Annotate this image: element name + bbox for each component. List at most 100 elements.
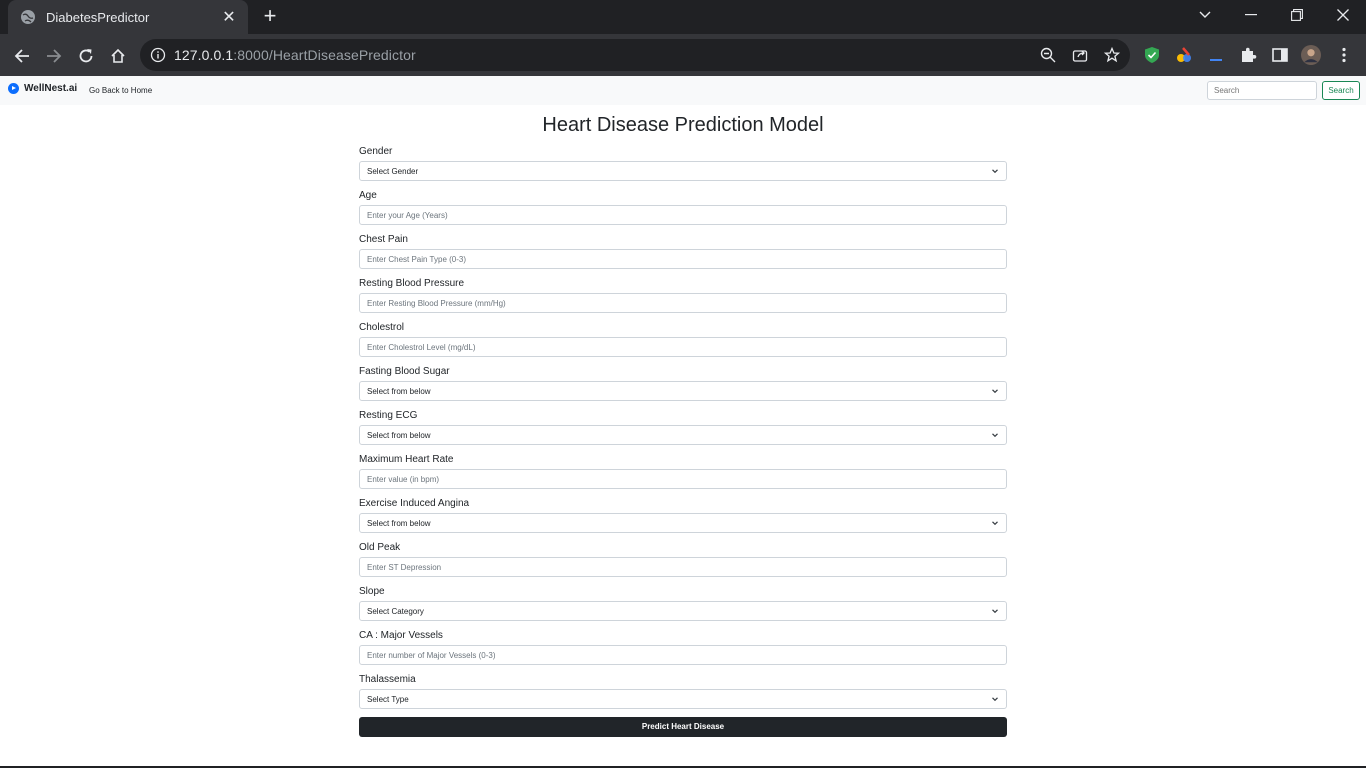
reload-icon: [79, 49, 93, 63]
chest-pain-placeholder: Enter Chest Pain Type (0-3): [367, 254, 467, 264]
age-label: Age: [359, 190, 377, 201]
slope-select[interactable]: Select Category: [359, 601, 1007, 621]
predict-button[interactable]: Predict Heart Disease: [359, 717, 1007, 737]
resting-ecg-label: Resting ECG: [359, 410, 418, 421]
maximum-heart-rate-placeholder: Enter value (in bpm): [367, 474, 440, 484]
arrow-right-icon: [47, 49, 62, 63]
exercise-induced-angina-select-value: Select from below: [367, 518, 431, 528]
cholestrol-placeholder: Enter Cholestrol Level (mg/dL): [367, 342, 476, 352]
info-icon[interactable]: [150, 47, 166, 63]
globe-icon: [21, 10, 35, 24]
chevron-down-icon: [992, 169, 998, 174]
restore-button[interactable]: [1274, 0, 1320, 30]
resting-ecg-select[interactable]: Select from below: [359, 425, 1007, 445]
home-button[interactable]: [104, 42, 132, 70]
address-bar[interactable]: 127.0.0.1:8000/HeartDiseasePredictor: [140, 39, 1130, 71]
profile-avatar[interactable]: [1301, 45, 1321, 65]
chevron-down-icon: [992, 521, 998, 526]
close-window-button[interactable]: [1320, 0, 1366, 30]
chest-pain-label: Chest Pain: [359, 234, 408, 245]
thalassemia-select[interactable]: Select Type: [359, 689, 1007, 709]
form-field-thalassemia: Thalassemia Select Type: [359, 672, 1007, 716]
resting-blood-pressure-input[interactable]: Enter Resting Blood Pressure (mm/Hg): [359, 293, 1007, 313]
form-field-chest-pain: Chest Pain Enter Chest Pain Type (0-3): [359, 232, 1007, 276]
url-text[interactable]: 127.0.0.1:8000/HeartDiseasePredictor: [174, 47, 416, 63]
form-field-gender: Gender Select Gender: [359, 144, 1007, 188]
browser-tab[interactable]: DiabetesPredictor ✕: [8, 0, 248, 34]
browser-toolbar: 127.0.0.1:8000/HeartDiseasePredictor: [0, 34, 1366, 76]
form-field-age: Age Enter your Age (Years): [359, 188, 1007, 232]
thalassemia-label: Thalassemia: [359, 674, 416, 685]
zoom-out-icon[interactable]: [1040, 47, 1056, 63]
thalassemia-select-value: Select Type: [367, 694, 409, 704]
form-field-fasting-blood-sugar: Fasting Blood Sugar Select from below: [359, 364, 1007, 408]
brand-link[interactable]: WellNest.ai: [8, 83, 77, 94]
slope-label: Slope: [359, 586, 385, 597]
shield-extension-icon[interactable]: [1142, 45, 1162, 65]
tab-close-icon[interactable]: ✕: [220, 7, 238, 27]
new-tab-button[interactable]: +: [258, 5, 282, 29]
maximum-heart-rate-input[interactable]: Enter value (in bpm): [359, 469, 1007, 489]
gender-select-value: Select Gender: [367, 166, 419, 176]
ca-major-vessels-label: CA : Major Vessels: [359, 630, 443, 641]
slope-select-value: Select Category: [367, 606, 424, 616]
prediction-form: Gender Select Gender Age Enter your Age (Ye…: [359, 144, 1007, 716]
browser-tab-strip: DiabetesPredictor ✕ +: [0, 0, 1366, 34]
arrow-left-icon: [14, 49, 29, 63]
age-placeholder: Enter your Age (Years): [367, 210, 448, 220]
play-logo-icon: [8, 83, 19, 94]
share-icon[interactable]: [1072, 47, 1088, 63]
menu-kebab-icon[interactable]: [1334, 45, 1354, 65]
extension-icon[interactable]: [1206, 45, 1226, 65]
resting-blood-pressure-placeholder: Enter Resting Blood Pressure (mm/Hg): [367, 298, 506, 308]
gender-label: Gender: [359, 146, 393, 157]
fasting-blood-sugar-select-value: Select from below: [367, 386, 431, 396]
site-navbar: WellNest.ai Go Back to Home Search: [0, 76, 1366, 105]
page-title: Heart Disease Prediction Model: [542, 114, 824, 136]
bookmark-star-icon[interactable]: [1104, 47, 1120, 63]
chevron-down-icon: [992, 609, 998, 614]
form-field-resting-blood-pressure: Resting Blood Pressure Enter Resting Bloo…: [359, 276, 1007, 320]
form-field-ca-major-vessels: CA : Major Vessels Enter number of Major …: [359, 628, 1007, 672]
resting-ecg-select-value: Select from below: [367, 430, 431, 440]
form-field-exercise-induced-angina: Exercise Induced Angina Select from below: [359, 496, 1007, 540]
exercise-induced-angina-select[interactable]: Select from below: [359, 513, 1007, 533]
chevron-down-icon: [992, 433, 998, 438]
back-button[interactable]: [8, 42, 36, 70]
extensions-puzzle-icon[interactable]: [1238, 45, 1258, 65]
old-peak-input[interactable]: Enter ST Depression: [359, 557, 1007, 577]
maximum-heart-rate-label: Maximum Heart Rate: [359, 454, 454, 465]
exercise-induced-angina-label: Exercise Induced Angina: [359, 498, 470, 509]
gender-select[interactable]: Select Gender: [359, 161, 1007, 181]
side-panel-icon[interactable]: [1270, 45, 1290, 65]
form-field-cholestrol: Cholestrol Enter Cholestrol Level (mg/dL): [359, 320, 1007, 364]
reload-button[interactable]: [72, 42, 100, 70]
resting-blood-pressure-label: Resting Blood Pressure: [359, 278, 465, 289]
color-picker-extension-icon[interactable]: [1174, 45, 1194, 65]
tab-search-icon[interactable]: [1182, 0, 1228, 30]
form-field-maximum-heart-rate: Maximum Heart Rate Enter value (in bpm): [359, 452, 1007, 496]
form-field-slope: Slope Select Category: [359, 584, 1007, 628]
brand-name: WellNest.ai: [24, 83, 78, 94]
form-field-old-peak: Old Peak Enter ST Depression: [359, 540, 1007, 584]
search-input[interactable]: [1207, 81, 1317, 100]
cholestrol-input[interactable]: Enter Cholestrol Level (mg/dL): [359, 337, 1007, 357]
ca-major-vessels-placeholder: Enter number of Major Vessels (0-3): [367, 650, 496, 660]
chevron-down-icon: [992, 389, 998, 394]
tab-title: DiabetesPredictor: [46, 9, 150, 25]
home-icon: [111, 48, 125, 63]
chevron-down-icon: [992, 697, 998, 702]
age-input[interactable]: Enter your Age (Years): [359, 205, 1007, 225]
search-button[interactable]: Search: [1322, 81, 1360, 100]
old-peak-label: Old Peak: [359, 542, 401, 553]
ca-major-vessels-input[interactable]: Enter number of Major Vessels (0-3): [359, 645, 1007, 665]
forward-button[interactable]: [40, 42, 68, 70]
home-link[interactable]: Go Back to Home: [89, 86, 152, 95]
form-field-resting-ecg: Resting ECG Select from below: [359, 408, 1007, 452]
old-peak-placeholder: Enter ST Depression: [367, 562, 442, 572]
fasting-blood-sugar-label: Fasting Blood Sugar: [359, 366, 450, 377]
chest-pain-input[interactable]: Enter Chest Pain Type (0-3): [359, 249, 1007, 269]
cholestrol-label: Cholestrol: [359, 322, 405, 333]
minimize-button[interactable]: [1228, 0, 1274, 30]
fasting-blood-sugar-select[interactable]: Select from below: [359, 381, 1007, 401]
